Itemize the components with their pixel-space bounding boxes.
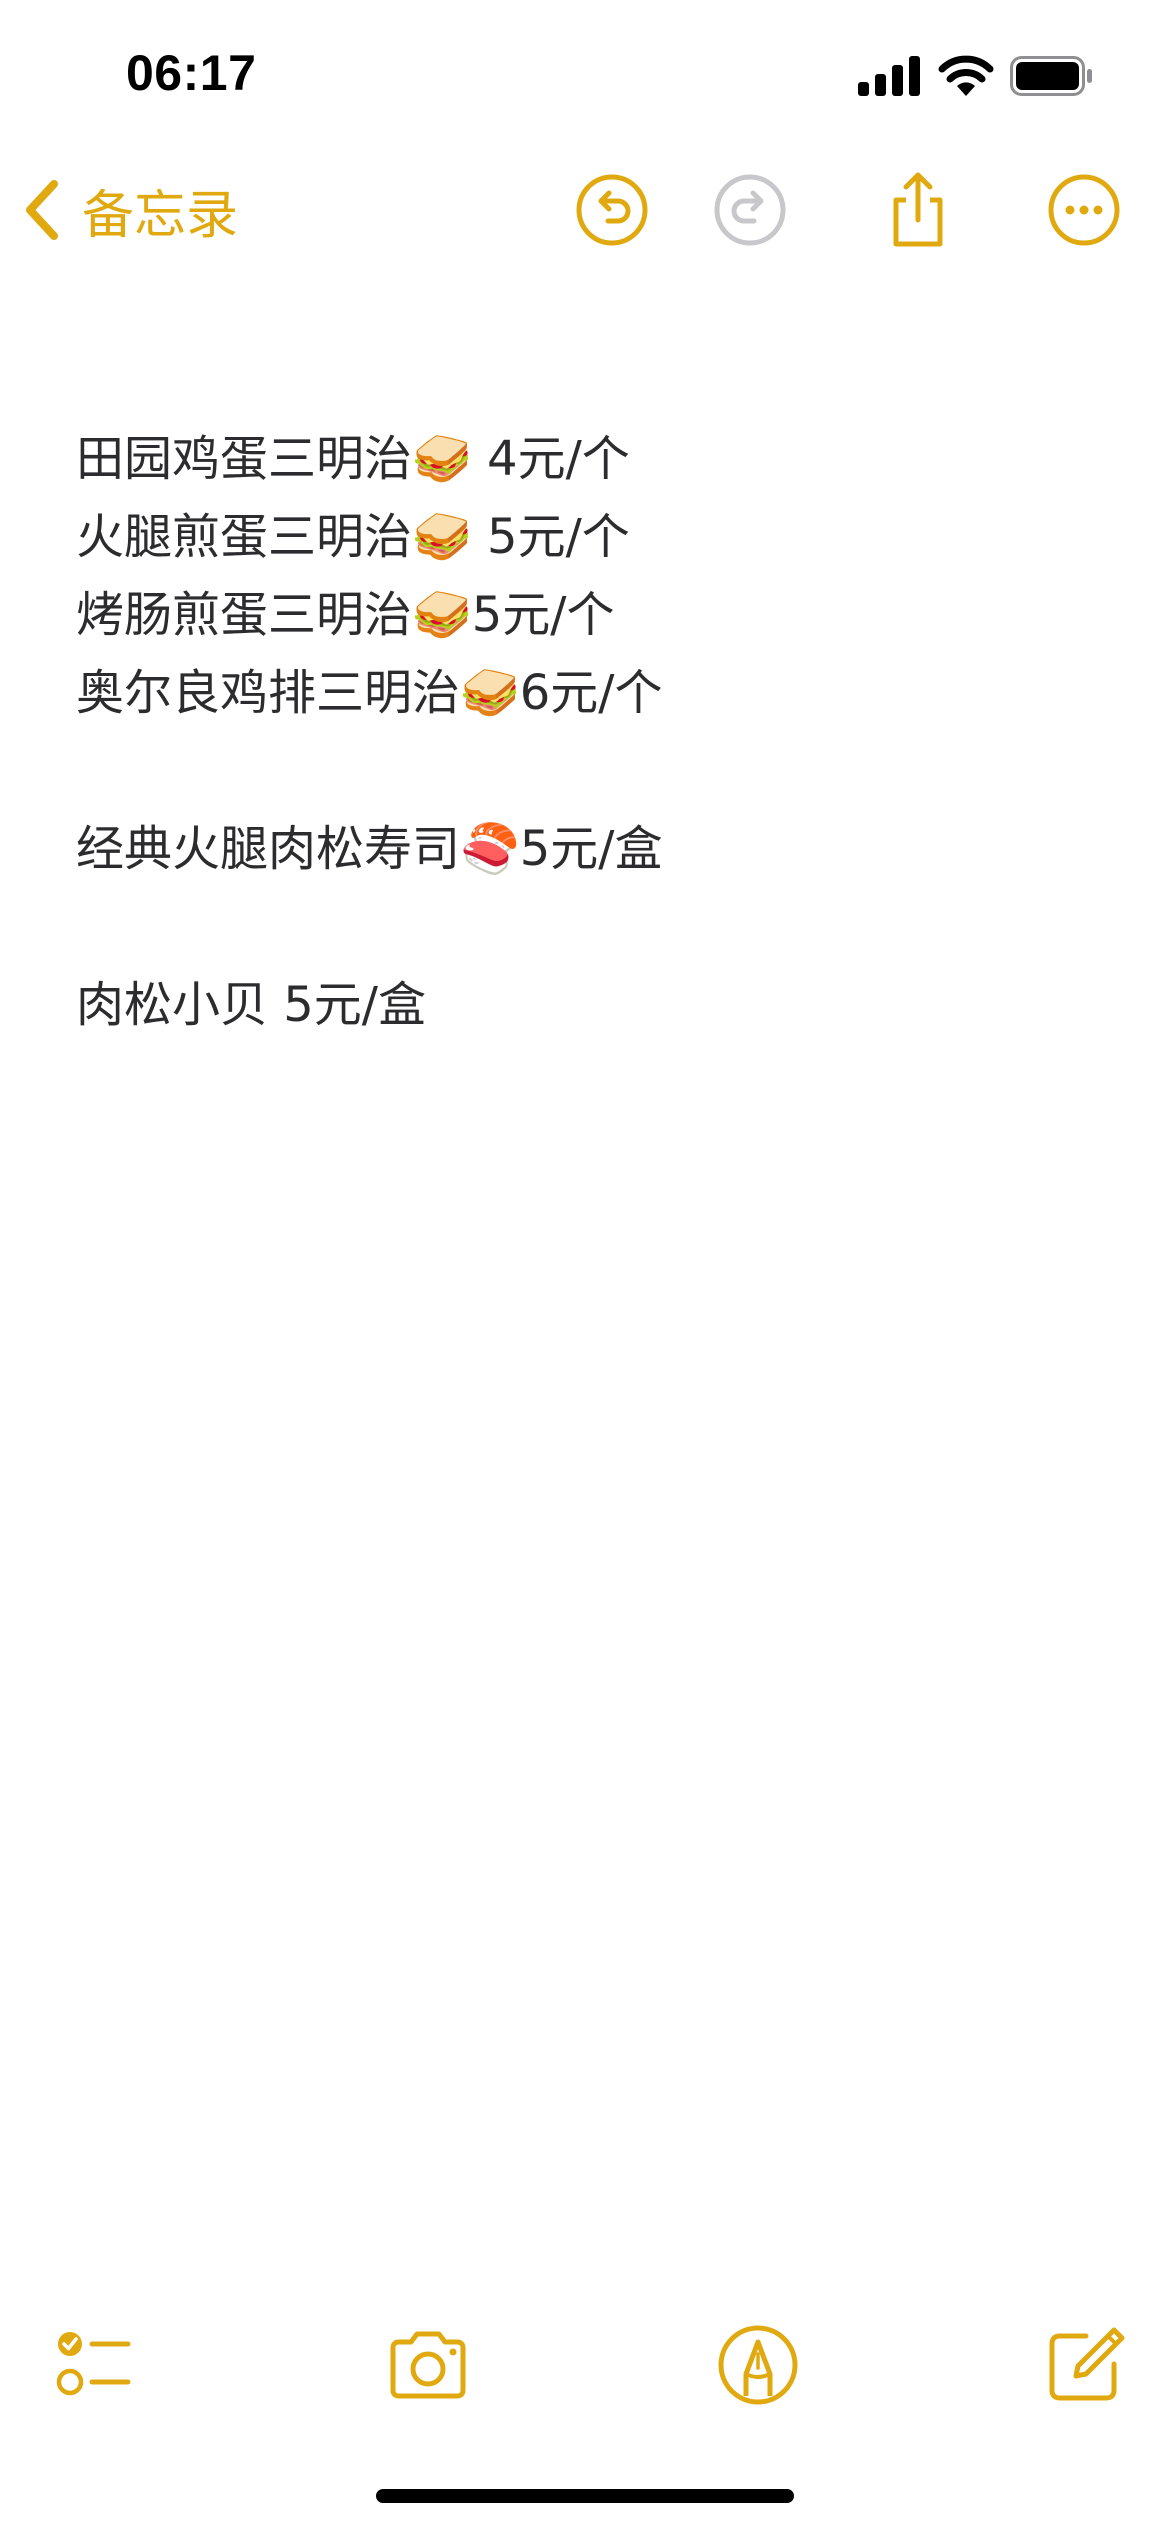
wifi-icon (938, 55, 994, 96)
status-bar: 06:17 (0, 0, 1170, 150)
status-time: 06:17 (126, 45, 257, 101)
markup-button[interactable] (713, 2320, 803, 2410)
note-blank-line[interactable] (76, 888, 1096, 966)
note-line[interactable]: 奥尔良鸡排三明治🥪6元/个 (76, 654, 1096, 732)
note-body[interactable]: 田园鸡蛋三明治🥪 4元/个 火腿煎蛋三明治🥪 5元/个 烤肠煎蛋三明治🥪5元/个… (76, 420, 1096, 1044)
note-line[interactable]: 田园鸡蛋三明治🥪 4元/个 (76, 420, 1096, 498)
more-button[interactable] (1044, 170, 1124, 250)
home-indicator (376, 2489, 794, 2503)
battery-icon (1010, 56, 1092, 96)
note-blank-line[interactable] (76, 732, 1096, 810)
camera-button[interactable] (383, 2320, 473, 2410)
back-label: 备忘录 (82, 185, 239, 246)
cellular-signal-icon (858, 56, 920, 96)
more-icon (1048, 174, 1120, 246)
bottom-toolbar (0, 2320, 1170, 2420)
back-button[interactable]: 备忘录 (22, 168, 238, 252)
note-line[interactable]: 经典火腿肉松寿司🍣5元/盒 (76, 810, 1096, 888)
undo-icon (576, 174, 648, 246)
camera-icon (390, 2331, 466, 2399)
note-line[interactable]: 肉松小贝 5元/盒 (76, 966, 1096, 1044)
markup-icon (718, 2325, 798, 2405)
note-line[interactable]: 火腿煎蛋三明治🥪 5元/个 (76, 498, 1096, 576)
chevron-left-icon (26, 180, 58, 240)
redo-button[interactable] (710, 170, 790, 250)
compose-icon (1049, 2327, 1125, 2401)
note-line[interactable]: 烤肠煎蛋三明治🥪5元/个 (76, 576, 1096, 654)
share-icon (893, 172, 943, 247)
checklist-icon (56, 2332, 131, 2396)
checklist-button[interactable] (48, 2320, 138, 2410)
nav-bar: 备忘录 (0, 160, 1170, 260)
share-button[interactable] (878, 170, 958, 250)
compose-button[interactable] (1040, 2320, 1130, 2410)
undo-button[interactable] (572, 170, 652, 250)
redo-icon (714, 174, 786, 246)
